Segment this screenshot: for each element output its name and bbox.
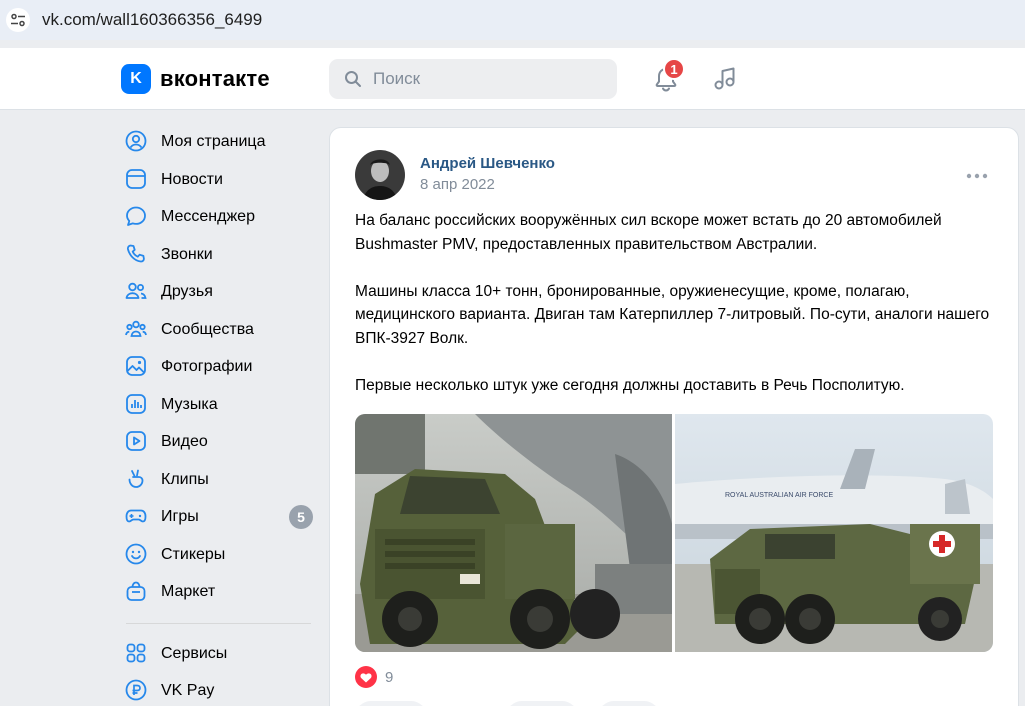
sidebar-item-communities[interactable]: Сообщества [121, 312, 316, 346]
games-count-badge: 5 [289, 505, 313, 529]
sidebar-item-label: Звонки [161, 246, 213, 263]
music-icon [126, 394, 146, 414]
sidebar-item-label: Сервисы [161, 645, 228, 662]
phone-icon [126, 244, 145, 263]
sidebar-item-my-page[interactable]: Моя страница [121, 124, 316, 158]
site-settings-icon[interactable] [6, 8, 30, 32]
sidebar-item-label: Музыка [161, 396, 218, 413]
search-icon [345, 71, 361, 87]
like-action-button[interactable] [355, 701, 427, 706]
like-button[interactable]: 9 [355, 665, 393, 689]
browser-address-bar: vk.com/wall160366356_6499 [0, 0, 1025, 40]
gamepad-icon [125, 509, 147, 523]
friends-icon [125, 282, 147, 299]
sidebar-item-news[interactable]: Новости [121, 162, 316, 196]
music-player-icon[interactable] [712, 64, 740, 92]
sidebar-item-label: Стикеры [161, 546, 226, 563]
sidebar-item-friends[interactable]: Друзья [121, 274, 316, 308]
sidebar-item-label: VK Pay [161, 682, 215, 699]
user-circle-icon [125, 130, 147, 152]
sidebar-item-music[interactable]: Музыка [121, 387, 316, 421]
sidebar-item-market[interactable]: Маркет [121, 574, 316, 608]
sidebar-item-photos[interactable]: Фотографии [121, 349, 316, 383]
author-avatar[interactable] [355, 150, 405, 200]
post-paragraph: На баланс российских вооружённых сил вск… [355, 212, 942, 253]
like-count: 9 [385, 668, 394, 686]
vk-logo-text: вконтакте [160, 66, 270, 91]
sidebar-item-label: Фотографии [161, 358, 253, 375]
grid-icon [126, 643, 146, 663]
sidebar-item-calls[interactable]: Звонки [121, 237, 316, 271]
bag-icon [126, 581, 146, 601]
photo-icon [126, 356, 146, 376]
sidebar-item-label: Клипы [161, 471, 209, 488]
sidebar-item-clips[interactable]: Клипы [121, 462, 316, 496]
sidebar-item-messenger[interactable]: Мессенджер [121, 199, 316, 233]
sidebar-item-label: Моя страница [161, 133, 266, 150]
communities-icon [125, 320, 147, 337]
sidebar-item-label: Сообщества [161, 321, 254, 338]
more-options-icon[interactable] [965, 166, 989, 186]
search-input[interactable] [373, 67, 603, 91]
sidebar-item-label: Новости [161, 171, 223, 188]
ruble-icon [125, 679, 147, 701]
heart-icon [355, 666, 377, 688]
sidebar-item-label: Маркет [161, 583, 216, 600]
sidebar-item-vk-pay[interactable]: VK Pay [121, 673, 316, 706]
vk-logo-icon: K [121, 64, 151, 94]
share-action-button[interactable] [598, 701, 660, 706]
sidebar-item-label: Игры [161, 508, 199, 525]
sidebar-divider [126, 623, 311, 624]
notifications-badge: 1 [663, 58, 685, 80]
post-paragraph: Машины класса 10+ тонн, бронированные, о… [355, 282, 990, 347]
post-photo[interactable]: ROYAL AUSTRALIAN AIR FORCE [675, 414, 993, 652]
wall-post: Андрей Шевченко 8 апр 2022 На баланс рос… [329, 127, 1019, 706]
smile-icon [125, 543, 147, 565]
site-header: K вконтакте 1 [0, 48, 1025, 110]
sidebar-item-label: Друзья [161, 283, 213, 300]
video-icon [126, 431, 146, 451]
author-name[interactable]: Андрей Шевченко [420, 155, 555, 173]
post-text: На баланс российских вооружённых сил вск… [355, 209, 995, 397]
sidebar-item-label: Видео [161, 433, 208, 450]
sidebar-item-games[interactable]: Игры 5 [121, 499, 316, 533]
vk-logo[interactable]: K вконтакте [121, 64, 270, 94]
sidebar-item-services[interactable]: Сервисы [121, 636, 316, 670]
comment-action-button[interactable] [506, 701, 578, 706]
message-icon [126, 206, 146, 226]
clips-icon [128, 469, 144, 488]
post-photo[interactable] [355, 414, 672, 652]
sidebar-item-stickers[interactable]: Стикеры [121, 537, 316, 571]
post-paragraph: Первые несколько штук уже сегодня должны… [355, 376, 905, 394]
plane-marking-text: ROYAL AUSTRALIAN AIR FORCE [725, 492, 833, 499]
news-icon [126, 169, 146, 189]
sidebar-item-label: Мессенджер [161, 208, 255, 225]
url-text[interactable]: vk.com/wall160366356_6499 [42, 10, 262, 30]
search-box[interactable] [329, 59, 617, 99]
post-date[interactable]: 8 апр 2022 [420, 176, 495, 194]
sidebar-item-video[interactable]: Видео [121, 424, 316, 458]
